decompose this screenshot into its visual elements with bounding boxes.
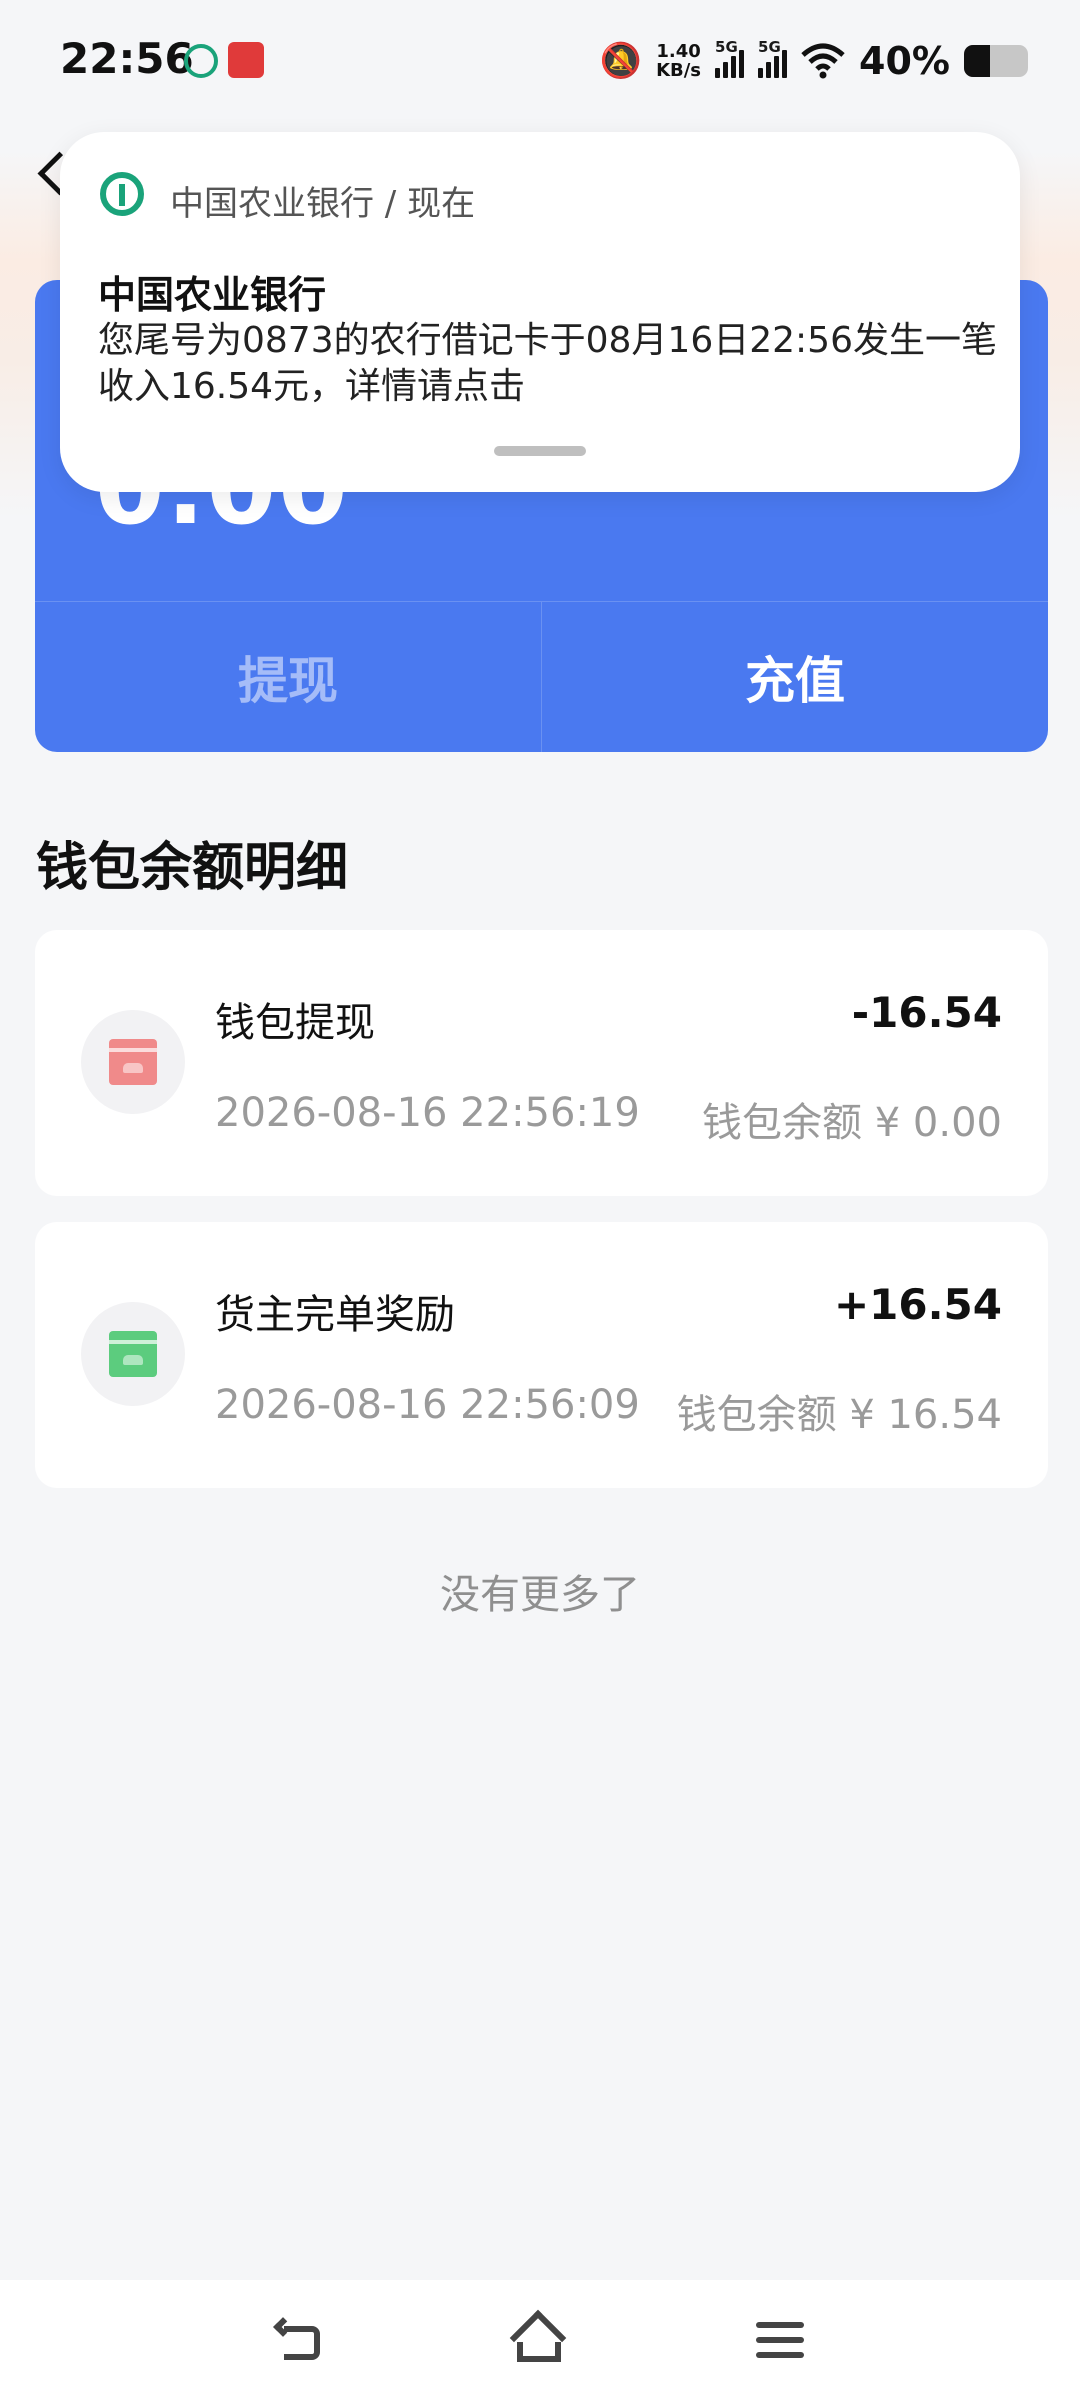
notification-drag-handle[interactable] [494, 446, 586, 456]
list-item[interactable]: 钱包提现 -16.54 2026-08-16 22:56:19 钱包余额 ¥ 0… [35, 930, 1048, 1196]
notification-body: 您尾号为0873的农行借记卡于08月16日22:56发生一笔收入16.54元，详… [98, 320, 997, 407]
section-title: 钱包余额明细 [36, 838, 349, 898]
record-name: 钱包提现 [215, 1000, 375, 1046]
mute-icon: 🔕 [599, 41, 643, 81]
wallet-card-icon [81, 1010, 185, 1114]
nav-menu-icon[interactable] [756, 2320, 804, 2360]
record-balance: 钱包余额 ¥ 0.00 [702, 1100, 1002, 1146]
network-speed: 1.40 KB/s [656, 42, 701, 80]
signal-icon-2: 5G [758, 38, 788, 78]
notification-source: 中国农业银行 / 现在 [170, 184, 476, 224]
battery-percent: 40% [859, 39, 950, 83]
recharge-button[interactable]: 充值 [542, 602, 1048, 752]
status-time: 22:56 [60, 34, 194, 83]
network-speed-unit: KB/s [656, 60, 702, 81]
notification-banner[interactable]: 中国农业银行 / 现在 中国农业银行 您尾号为0873的农行借记卡于08月16日… [60, 132, 1020, 492]
list-item[interactable]: 货主完单奖励 +16.54 2026-08-16 22:56:09 钱包余额 ¥… [35, 1222, 1048, 1488]
record-time: 2026-08-16 22:56:09 [215, 1382, 640, 1428]
nav-back-icon[interactable] [273, 2317, 324, 2360]
end-of-list-text: 没有更多了 [440, 1572, 640, 1618]
notification-app-icon [228, 42, 264, 78]
record-time: 2026-08-16 22:56:19 [215, 1090, 640, 1136]
bank-app-icon [184, 44, 218, 78]
signal-icon: 5G [715, 38, 745, 78]
withdraw-button[interactable]: 提现 [35, 602, 542, 752]
record-amount: +16.54 [833, 1280, 1002, 1329]
network-speed-value: 1.40 [656, 41, 701, 62]
wallet-actions: 提现 充值 [35, 601, 1048, 752]
status-bar: 22:56 🔕 1.40 KB/s 5G 5G 40% [0, 0, 1080, 120]
record-amount: -16.54 [851, 988, 1002, 1037]
record-name: 货主完单奖励 [215, 1292, 455, 1338]
sim2-type: 5G [758, 38, 781, 56]
battery-icon [964, 45, 1028, 77]
record-balance: 钱包余额 ¥ 16.54 [676, 1392, 1002, 1438]
status-icons: 🔕 1.40 KB/s 5G 5G 40% [600, 36, 1028, 86]
sim1-type: 5G [715, 38, 738, 56]
bank-logo-icon [100, 172, 144, 216]
wifi-icon [801, 43, 845, 79]
system-nav-bar [0, 2280, 1080, 2408]
wallet-card-icon [81, 1302, 185, 1406]
nav-home-icon[interactable] [509, 2309, 568, 2367]
notification-title: 中国农业银行 [98, 273, 327, 317]
